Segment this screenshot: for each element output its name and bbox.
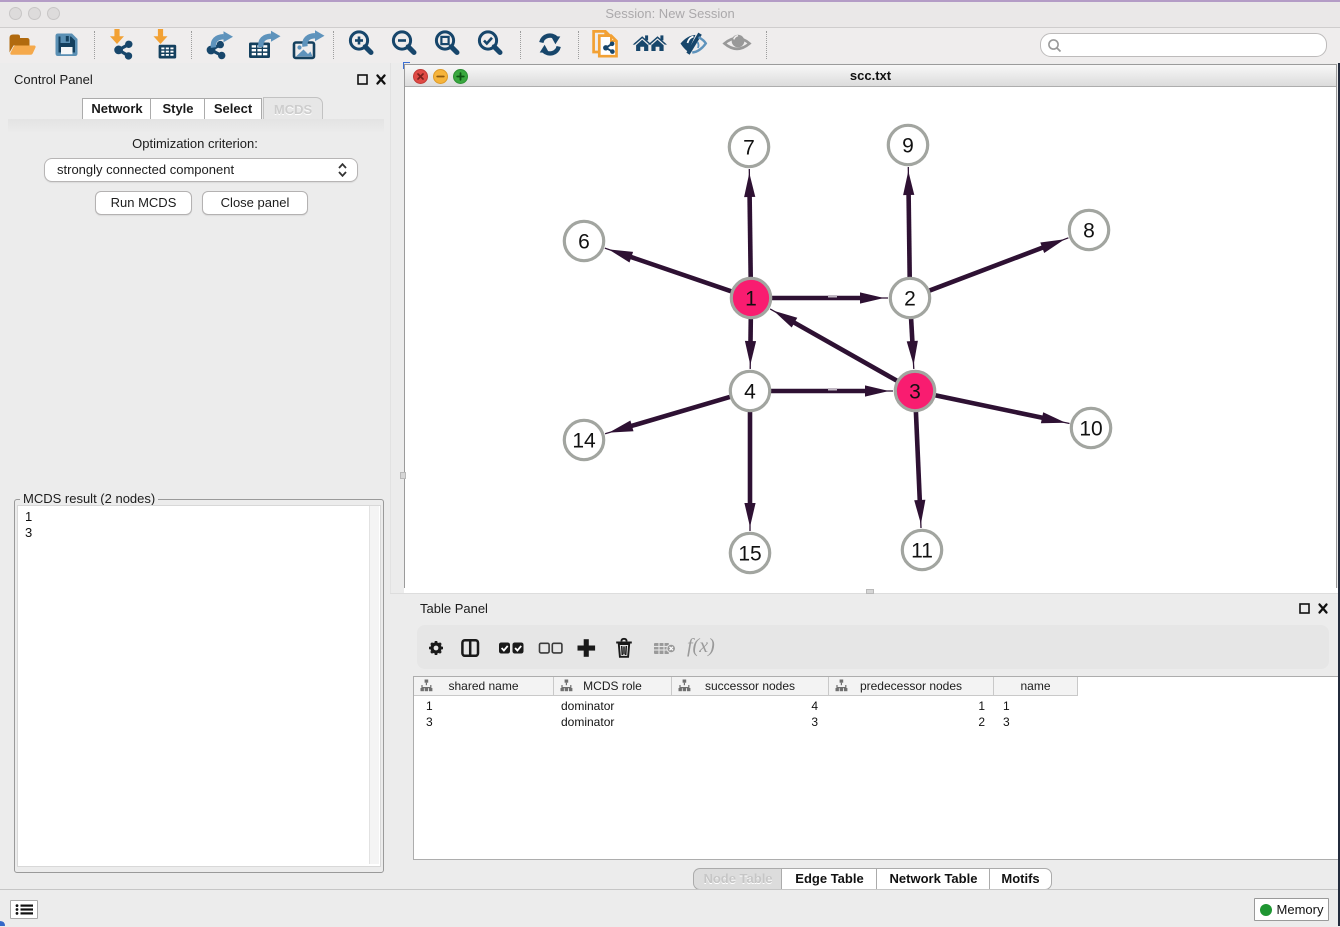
svg-text:3: 3 bbox=[909, 381, 921, 404]
svg-text:4: 4 bbox=[744, 381, 756, 404]
svg-text:14: 14 bbox=[572, 430, 596, 453]
svg-text:1: 1 bbox=[745, 288, 757, 311]
svg-text:9: 9 bbox=[902, 135, 914, 158]
svg-text:7: 7 bbox=[743, 137, 755, 160]
svg-text:6: 6 bbox=[578, 231, 590, 254]
svg-text:10: 10 bbox=[1079, 418, 1102, 441]
svg-text:8: 8 bbox=[1083, 220, 1095, 243]
svg-text:11: 11 bbox=[911, 540, 933, 563]
svg-text:15: 15 bbox=[738, 543, 761, 566]
svg-text:2: 2 bbox=[904, 288, 916, 311]
